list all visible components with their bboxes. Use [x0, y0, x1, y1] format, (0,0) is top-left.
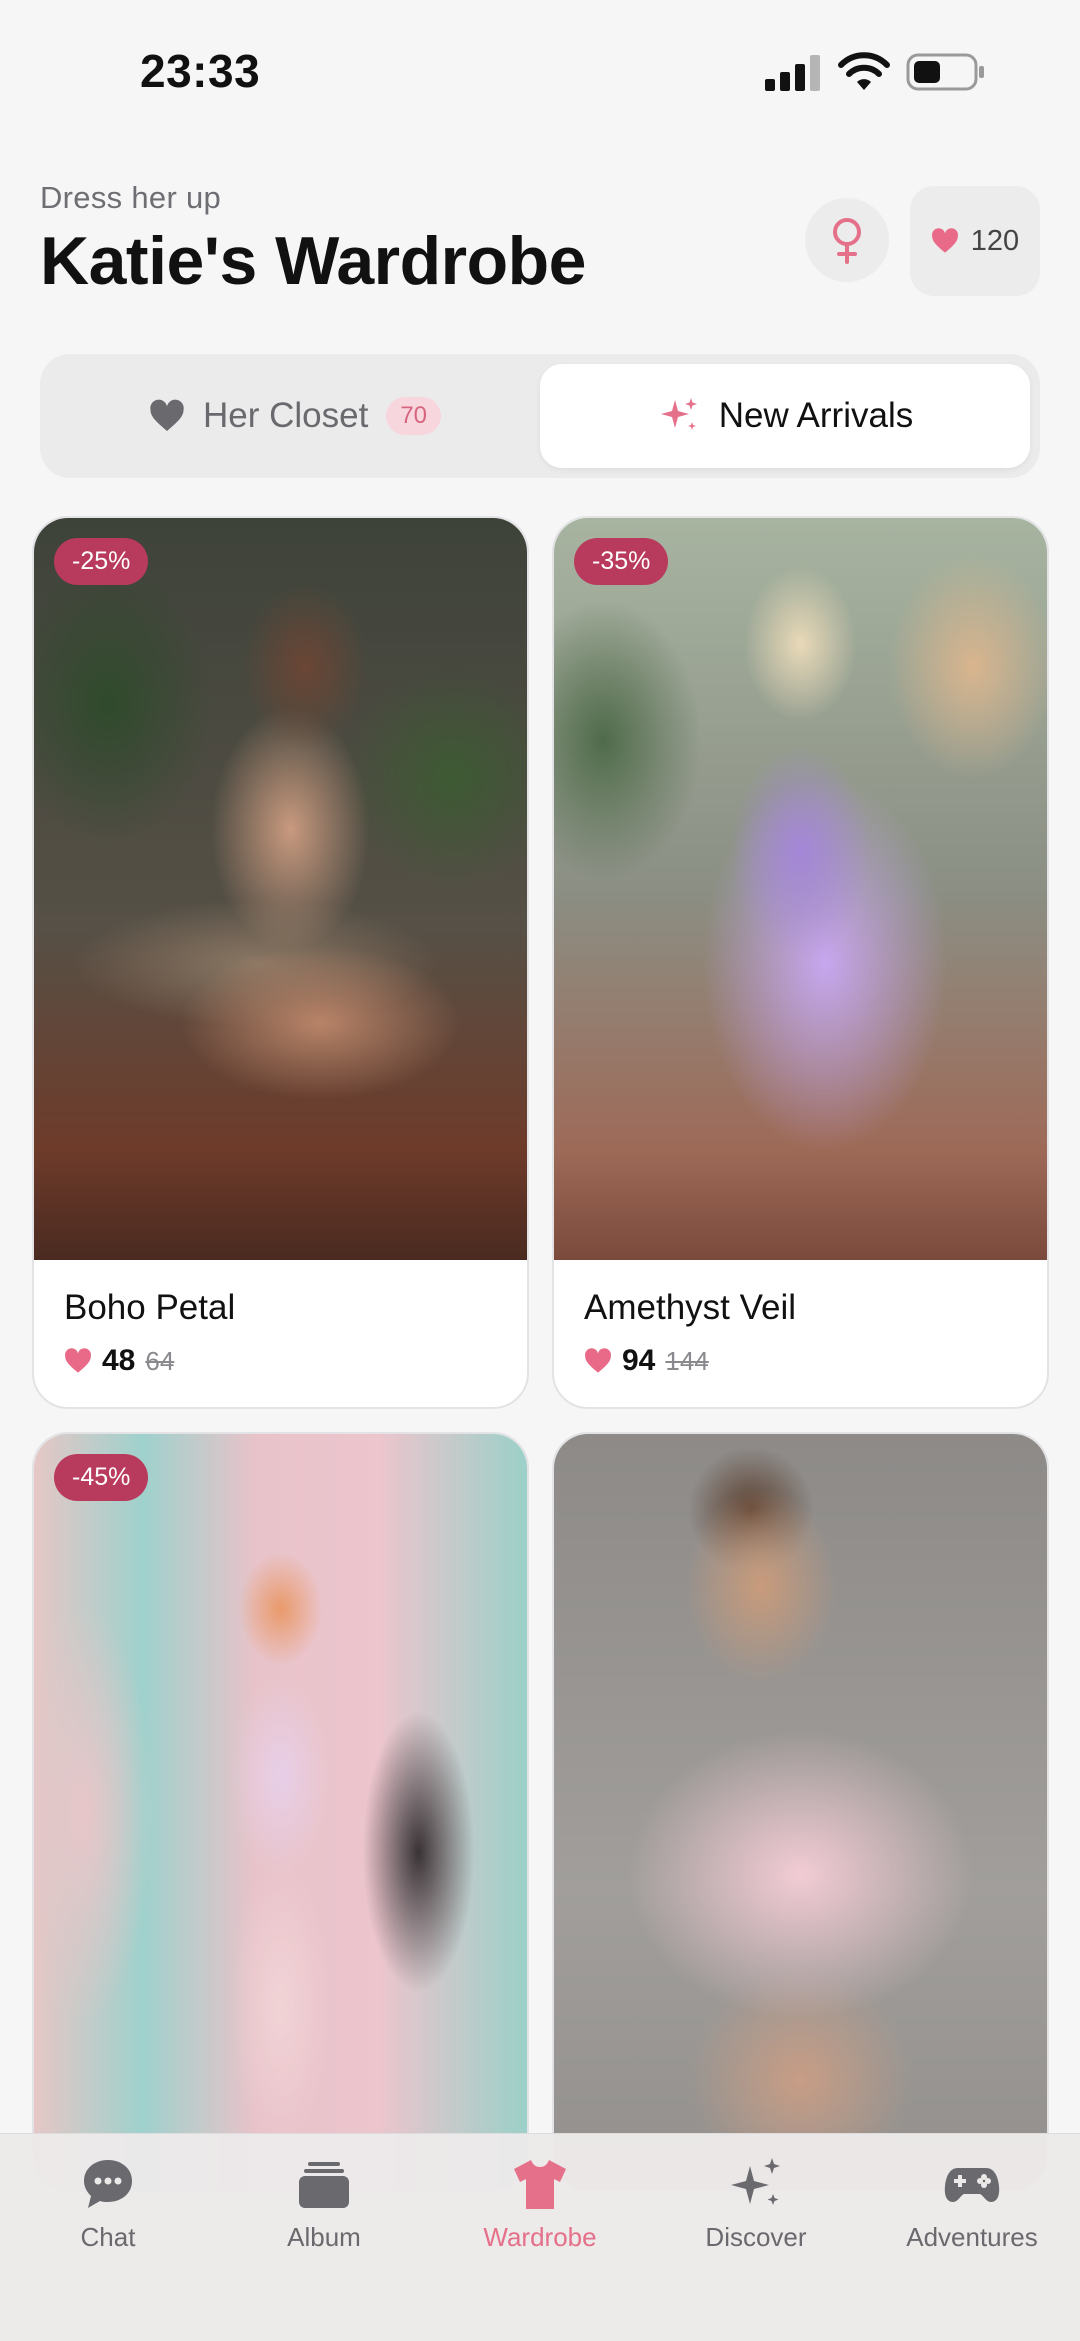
- status-time: 23:33: [140, 45, 261, 97]
- battery-icon: [906, 53, 984, 91]
- heart-icon: [585, 1348, 611, 1373]
- wardrobe-tabs: Her Closet 70 New Arrivals: [40, 354, 1040, 478]
- page-title: Katie's Wardrobe: [40, 223, 587, 299]
- nav-item-chat[interactable]: Chat: [0, 2154, 216, 2253]
- heart-icon: [65, 1348, 91, 1373]
- sparkles-icon: [731, 2158, 780, 2205]
- heart-icon: [150, 399, 184, 431]
- original-price: 64: [145, 1345, 175, 1376]
- wifi-icon: [838, 52, 890, 90]
- hearts-balance: 120: [970, 224, 1020, 257]
- outfit-image: [554, 1434, 1047, 2190]
- status-bar: 23:33: [0, 0, 1080, 150]
- outfit-name: Boho Petal: [64, 1288, 236, 1327]
- discount-badge: -45%: [54, 1454, 149, 1501]
- cellular-signal-icon: [765, 55, 820, 91]
- price-row: 94 144: [584, 1344, 709, 1378]
- outfit-card[interactable]: -25% Boho Petal 48 64: [32, 516, 529, 1409]
- gamepad-icon: [944, 2168, 1000, 2202]
- heart-icon: [931, 228, 958, 253]
- nav-label: Chat: [80, 2222, 136, 2252]
- sparkles-icon: [660, 398, 697, 430]
- discount-badge: -35%: [574, 538, 669, 585]
- outfit-card[interactable]: [552, 1432, 1049, 2192]
- female-symbol-icon: [833, 218, 861, 264]
- discount-badge: -25%: [54, 538, 149, 585]
- nav-item-discover[interactable]: Discover: [648, 2154, 864, 2253]
- outfit-name: Amethyst Veil: [584, 1288, 797, 1327]
- price: 48: [102, 1344, 136, 1377]
- nav-item-wardrobe[interactable]: Wardrobe: [432, 2154, 648, 2253]
- nav-label: Adventures: [906, 2222, 1038, 2252]
- original-price: 144: [665, 1345, 709, 1376]
- price-row: 48 64: [64, 1344, 174, 1378]
- nav-label: Album: [287, 2222, 361, 2252]
- outfit-card[interactable]: -45%: [32, 1432, 529, 2192]
- outfit-image: -45%: [34, 1434, 527, 2190]
- hearts-balance-button[interactable]: 120: [910, 186, 1040, 296]
- tab-label: New Arrivals: [718, 396, 914, 435]
- closet-count-badge: 70: [386, 397, 442, 435]
- outfit-image: -25%: [34, 518, 527, 1260]
- nav-item-adventures[interactable]: Adventures: [864, 2154, 1080, 2253]
- tab-new-arrivals[interactable]: New Arrivals: [540, 364, 1030, 468]
- chat-bubble-icon: [84, 2160, 132, 2208]
- tshirt-icon: [514, 2160, 566, 2209]
- nav-label: Wardrobe: [483, 2222, 597, 2252]
- bottom-nav: Chat Album Wardrobe Discover Adventures: [0, 2133, 1080, 2341]
- gender-filter-button[interactable]: [805, 198, 889, 282]
- outfit-card[interactable]: -35% Amethyst Veil 94 144: [552, 516, 1049, 1409]
- album-stack-icon: [299, 2162, 349, 2208]
- nav-item-album[interactable]: Album: [216, 2154, 432, 2253]
- outfit-image: -35%: [554, 518, 1047, 1260]
- nav-label: Discover: [705, 2222, 807, 2252]
- tab-label: Her Closet: [202, 396, 369, 435]
- tab-her-closet[interactable]: Her Closet 70: [50, 364, 540, 468]
- page-subtitle: Dress her up: [40, 180, 222, 215]
- price: 94: [622, 1344, 656, 1377]
